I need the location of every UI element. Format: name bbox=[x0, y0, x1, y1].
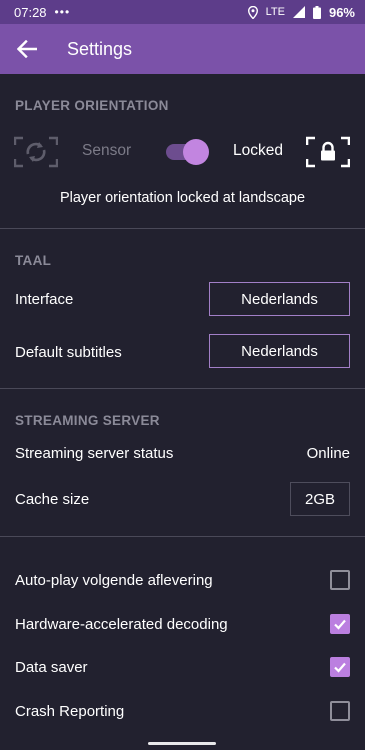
check-icon bbox=[334, 662, 346, 673]
back-button[interactable] bbox=[2, 24, 52, 74]
page-title: Settings bbox=[67, 38, 133, 59]
cache-size-select[interactable]: 2GB bbox=[290, 482, 350, 516]
data-saver-checkbox[interactable] bbox=[330, 657, 350, 677]
hardware-decoding-checkbox[interactable] bbox=[330, 614, 350, 634]
battery-level: 96% bbox=[328, 4, 355, 20]
crash-reporting-checkbox[interactable] bbox=[330, 701, 350, 721]
arrow-left-icon bbox=[17, 40, 37, 58]
orientation-lock-toggle[interactable] bbox=[166, 138, 210, 166]
option-label-data-saver: Data saver bbox=[15, 659, 88, 676]
cache-size-label: Cache size bbox=[15, 491, 90, 508]
option-label-hardware-decoding: Hardware-accelerated decoding bbox=[15, 616, 228, 633]
orientation-row: Sensor Locked bbox=[0, 130, 365, 174]
divider bbox=[0, 228, 365, 229]
signal-icon bbox=[292, 6, 305, 18]
default-subtitles-value: Nederlands bbox=[241, 342, 318, 360]
battery-icon bbox=[312, 5, 321, 19]
autoplay-checkbox[interactable] bbox=[330, 570, 350, 590]
orientation-sensor-label: Sensor bbox=[82, 142, 132, 159]
divider bbox=[0, 536, 365, 537]
network-type: LTE bbox=[265, 6, 285, 18]
default-subtitles-select[interactable]: Nederlands bbox=[209, 334, 350, 368]
notification-dots: ••• bbox=[54, 5, 71, 19]
interface-language-value: Nederlands bbox=[241, 290, 318, 308]
default-subtitles-label: Default subtitles bbox=[15, 344, 122, 361]
interface-language-select[interactable]: Nederlands bbox=[209, 282, 350, 316]
streaming-server-status-value: Online bbox=[306, 445, 350, 462]
interface-language-label: Interface bbox=[15, 291, 74, 308]
orientation-locked-label: Locked bbox=[233, 142, 283, 159]
toggle-knob bbox=[183, 139, 209, 165]
section-heading-taal: TAAL bbox=[15, 253, 52, 268]
section-heading-player-orientation: PLAYER ORIENTATION bbox=[15, 98, 169, 113]
app-bar: Settings bbox=[0, 24, 365, 74]
screen-rotation-icon bbox=[13, 136, 59, 168]
check-icon bbox=[334, 619, 346, 630]
status-bar: 07:28 ••• LTE 96% bbox=[0, 0, 365, 24]
option-label-crash-reporting: Crash Reporting bbox=[15, 703, 125, 720]
status-time: 07:28 bbox=[14, 4, 47, 20]
screen-lock-icon bbox=[305, 136, 351, 168]
location-icon bbox=[247, 5, 258, 19]
section-heading-streaming-server: STREAMING SERVER bbox=[15, 413, 160, 428]
orientation-status-message: Player orientation locked at landscape bbox=[59, 190, 306, 206]
gesture-navigation-bar[interactable] bbox=[148, 742, 216, 745]
option-label-autoplay: Auto-play volgende aflevering bbox=[15, 572, 213, 589]
cache-size-value: 2GB bbox=[304, 490, 335, 508]
divider bbox=[0, 388, 365, 389]
streaming-server-status-label: Streaming server status bbox=[15, 445, 174, 462]
